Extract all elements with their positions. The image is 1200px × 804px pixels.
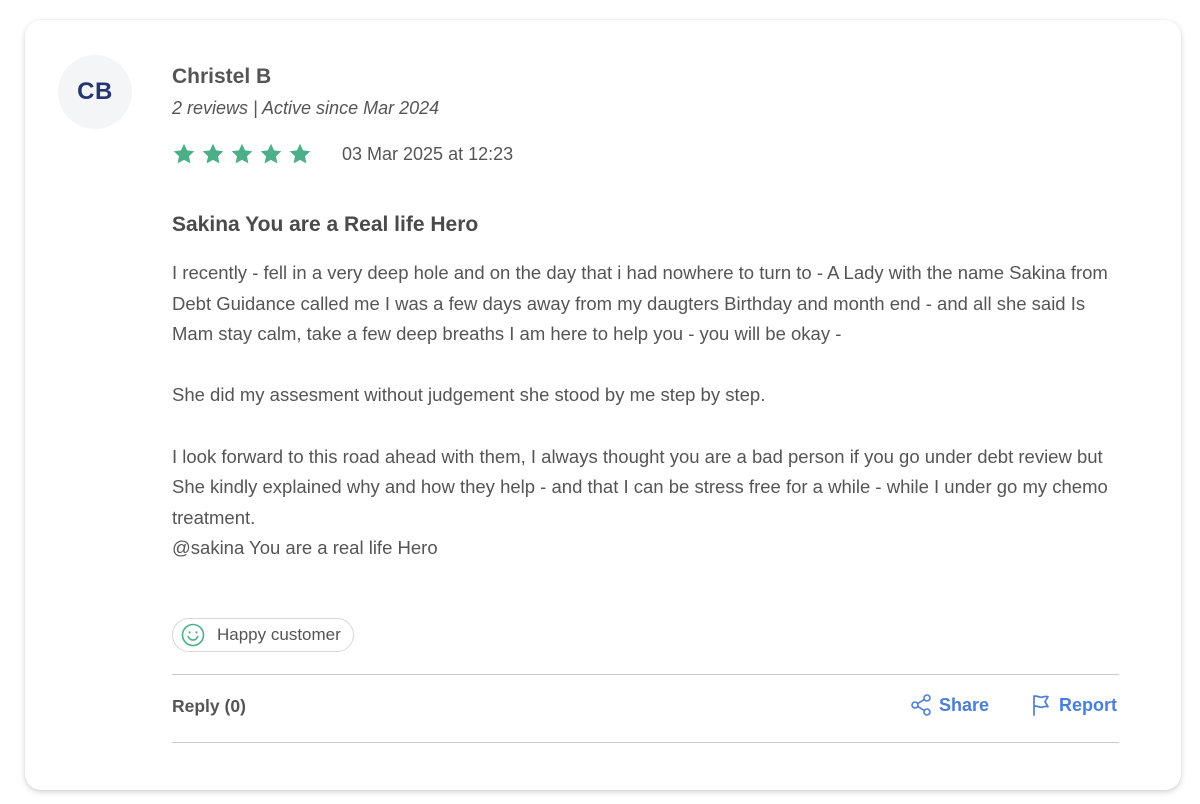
review-paragraph: I recently - fell in a very deep hole an… bbox=[172, 262, 1108, 345]
share-button[interactable]: Share bbox=[909, 693, 989, 717]
avatar-initials: CB bbox=[77, 78, 113, 105]
star-icon bbox=[289, 143, 311, 164]
review-paragraph: @sakina You are a real life Hero bbox=[172, 537, 438, 559]
sentiment-badge: Happy customer bbox=[172, 618, 354, 652]
reviewer-name[interactable]: Christel B bbox=[172, 64, 1119, 90]
share-icon bbox=[911, 694, 931, 716]
flag-icon bbox=[1033, 695, 1049, 716]
star-icon bbox=[231, 143, 253, 164]
sentiment-label: Happy customer bbox=[217, 625, 341, 644]
reviewer-meta: 2 reviews | Active since Mar 2024 bbox=[172, 98, 440, 118]
avatar: CB bbox=[58, 55, 132, 129]
star-icon bbox=[260, 143, 282, 164]
review-title: Sakina You are a Real life Hero bbox=[172, 213, 479, 236]
review-card: CB Christel B 2 reviews | Active since M… bbox=[25, 20, 1181, 790]
review-content: Christel B 2 reviews | Active since Mar … bbox=[172, 64, 1119, 564]
rating-row: 03 Mar 2025 at 12:23 bbox=[172, 140, 1119, 168]
divider bbox=[172, 674, 1119, 675]
review-date: 03 Mar 2025 at 12:23 bbox=[342, 143, 514, 164]
star-icon bbox=[173, 143, 195, 164]
star-rating bbox=[172, 142, 312, 166]
share-label: Share bbox=[939, 694, 990, 715]
reply-button[interactable]: Reply (0) bbox=[172, 696, 246, 717]
report-button[interactable]: Report bbox=[1029, 693, 1117, 717]
review-paragraph: She did my assesment without judgement s… bbox=[172, 384, 766, 406]
smiley-icon bbox=[181, 623, 205, 647]
review-paragraph: I look forward to this road ahead with t… bbox=[172, 445, 1108, 528]
star-icon bbox=[202, 143, 224, 164]
report-label: Report bbox=[1059, 694, 1117, 715]
divider bbox=[172, 742, 1119, 743]
review-body: I recently - fell in a very deep hole an… bbox=[172, 258, 1119, 564]
